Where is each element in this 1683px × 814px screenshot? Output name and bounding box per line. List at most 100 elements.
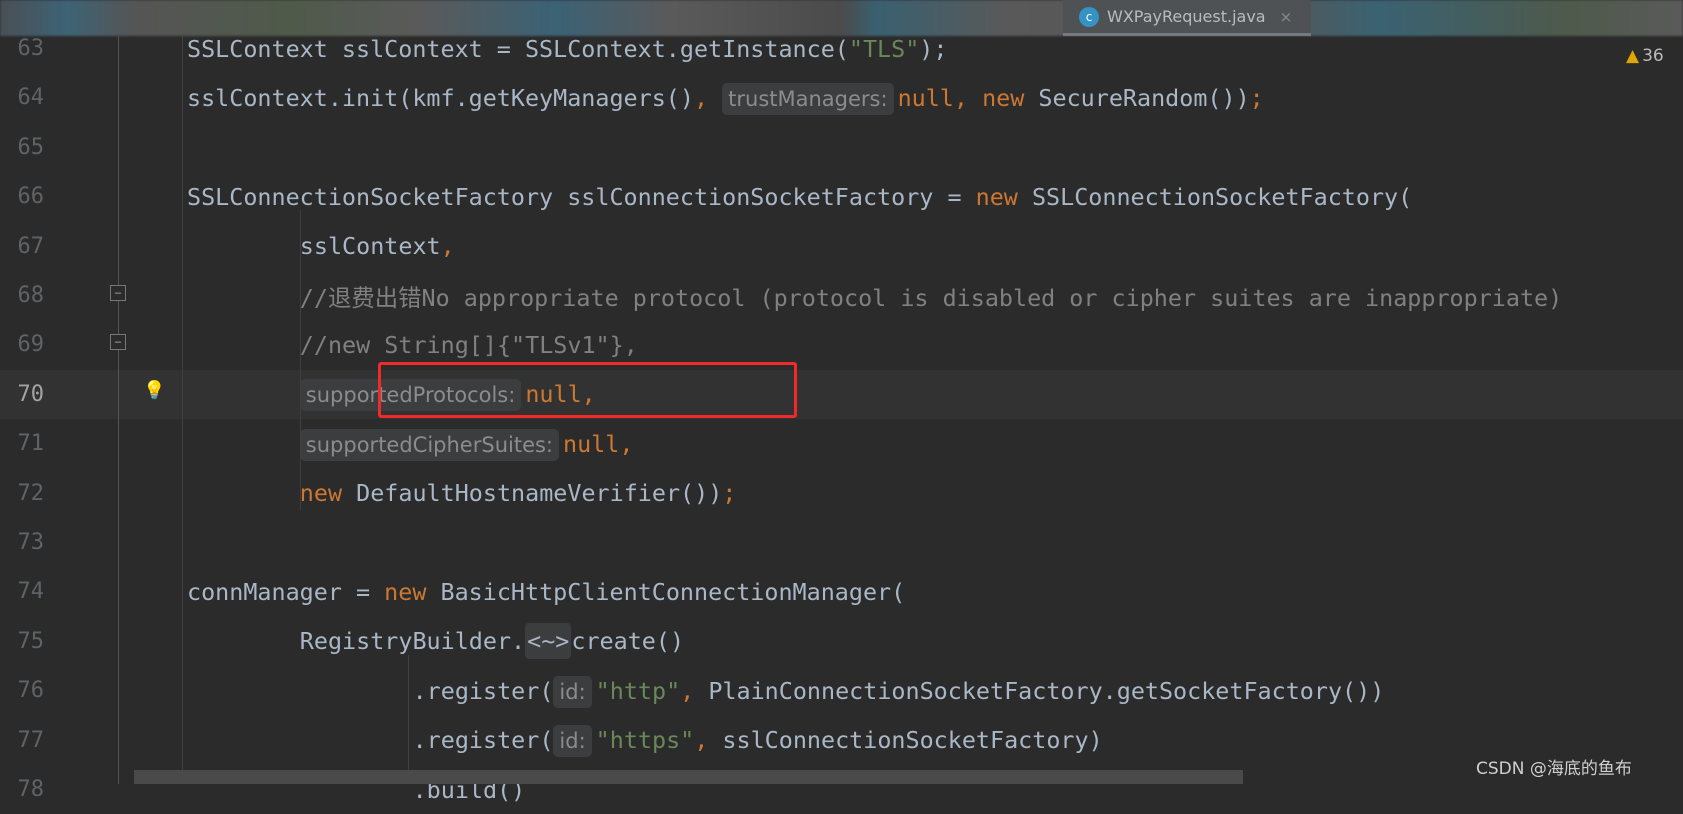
code-token: SSLContext sslContext = SSLContext.getIn… — [187, 34, 849, 63]
code-line[interactable]: 76 .register(id: "http", PlainConnectionSo… — [0, 666, 1683, 715]
code-text[interactable]: sslContext, — [300, 232, 455, 260]
code-line[interactable]: 68 //退费出错No appropriate protocol (protoco… — [0, 271, 1683, 320]
code-token: connManager = — [187, 577, 385, 606]
fold-end-icon[interactable]: − — [110, 285, 126, 301]
code-token: , — [680, 676, 709, 705]
parameter-hint: trustManagers: — [722, 82, 894, 115]
code-line[interactable]: 70 supportedProtocols: null, — [0, 369, 1683, 419]
highlight-annotation-box — [378, 362, 797, 418]
code-text[interactable]: new DefaultHostnameVerifier()); — [300, 479, 737, 507]
code-token: //退费出错No appropriate protocol (protocol … — [299, 283, 1563, 312]
code-token: DefaultHostnameVerifier()) — [356, 479, 723, 508]
code-token: ; — [722, 479, 737, 508]
code-token: , — [694, 726, 723, 755]
line-number: 63 — [17, 36, 45, 61]
code-token: PlainConnectionSocketFactory.getSocketFa… — [708, 676, 1385, 705]
fold-start-icon[interactable]: − — [110, 334, 126, 350]
code-token: SecureRandom()) — [1038, 83, 1250, 112]
code-text[interactable]: //退费出错No appropriate protocol (protocol … — [300, 279, 1562, 313]
line-number: 67 — [17, 233, 45, 259]
code-line[interactable]: 66 SSLConnectionSocketFactory sslConnecti… — [0, 172, 1683, 221]
code-token: "TLS" — [848, 34, 920, 63]
indent-guide — [300, 210, 301, 510]
close-icon[interactable]: × — [1280, 8, 1293, 26]
line-number: 74 — [17, 579, 45, 605]
tab-title: WXPayRequest.java — [1107, 7, 1266, 26]
line-number: 70 — [17, 381, 45, 407]
tab-wxpayrequest[interactable]: c WXPayRequest.java × — [1063, 0, 1311, 36]
code-line[interactable]: 74 connManager = new BasicHttpClientConne… — [0, 567, 1683, 616]
code-token: , — [619, 429, 634, 458]
inspection-widget[interactable]: ▲ 36 — [1626, 46, 1664, 66]
code-token: new — [299, 479, 357, 508]
line-number: 65 — [17, 134, 45, 160]
code-token: null — [897, 83, 954, 112]
code-token: create() — [571, 627, 685, 656]
code-text[interactable]: //new String[]{"TLSv1"}, — [300, 331, 638, 359]
line-number: 69 — [17, 332, 45, 358]
watermark: CSDN @海底的鱼布 — [1476, 759, 1632, 779]
code-text[interactable]: .register(id: "http", PlainConnectionSock… — [412, 675, 1385, 708]
code-line[interactable]: 71 supportedCipherSuites: null, — [0, 419, 1683, 468]
warning-count: 36 — [1642, 46, 1664, 66]
code-token: ; — [1249, 83, 1264, 112]
code-line[interactable]: 77 .register(id: "https", sslConnectionSoc… — [0, 716, 1683, 765]
parameter-hint: id: — [553, 675, 592, 708]
code-token: RegistryBuilder. — [299, 627, 526, 656]
class-c-icon: c — [1079, 6, 1099, 27]
code-token: "https" — [595, 726, 695, 755]
line-number: 75 — [17, 628, 45, 654]
code-token: , — [693, 83, 723, 112]
code-text[interactable]: sslContext.init(kmf.getKeyManagers(), tr… — [187, 82, 1264, 115]
lightbulb-icon[interactable]: 💡 — [143, 380, 165, 401]
code-line[interactable]: 65 — [0, 123, 1683, 172]
code-token: new — [975, 182, 1032, 211]
code-text[interactable]: SSLContext sslContext = SSLContext.getIn… — [187, 35, 947, 63]
code-line[interactable]: 75 RegistryBuilder.<~>create() — [0, 617, 1683, 666]
horizontal-scrollbar[interactable] — [134, 770, 1243, 784]
code-token: sslContext.init(kmf.getKeyManagers() — [187, 83, 694, 112]
code-token: SSLConnectionSocketFactory( — [1031, 182, 1413, 211]
code-token: ); — [919, 34, 948, 63]
tab-bar — [0, 0, 1683, 36]
code-text[interactable]: .register(id: "https", sslConnectionSocke… — [412, 725, 1103, 758]
line-number: 66 — [17, 184, 45, 210]
code-token: .register( — [412, 726, 554, 755]
line-number: 71 — [17, 431, 45, 457]
line-number: 76 — [17, 678, 45, 704]
code-token: BasicHttpClientConnectionManager( — [440, 577, 906, 606]
gutter-separator — [118, 36, 119, 784]
parameter-hint: supportedCipherSuites: — [299, 428, 560, 461]
code-token: new — [384, 577, 441, 606]
line-number: 72 — [17, 480, 45, 506]
code-token: , — [440, 232, 455, 261]
code-line[interactable]: 64 sslContext.init(kmf.getKeyManagers(), … — [0, 73, 1683, 122]
code-token: SSLConnectionSocketFactory sslConnection… — [187, 182, 976, 211]
folded-generics[interactable]: <~> — [525, 623, 572, 660]
code-token: "http" — [595, 676, 681, 705]
code-token: null — [563, 429, 620, 458]
line-number: 68 — [17, 283, 45, 308]
code-token: , — [953, 83, 983, 112]
line-number: 64 — [17, 85, 45, 111]
code-text[interactable]: SSLConnectionSocketFactory sslConnection… — [187, 183, 1412, 211]
line-number: 73 — [17, 530, 45, 555]
code-token: //new String[]{"TLSv1"}, — [299, 330, 638, 359]
code-line[interactable]: 67 sslContext, — [0, 222, 1683, 271]
code-line[interactable]: 69 //new String[]{"TLSv1"}, — [0, 320, 1683, 369]
indent-guide — [408, 655, 409, 784]
code-text[interactable]: RegistryBuilder.<~>create() — [299, 623, 685, 660]
code-line[interactable]: 72 new DefaultHostnameVerifier()); — [0, 469, 1683, 518]
code-text[interactable]: supportedCipherSuites: null, — [299, 428, 634, 461]
code-token: new — [982, 83, 1039, 112]
code-token: sslContext — [299, 232, 441, 261]
code-line[interactable]: 73 — [0, 518, 1683, 567]
line-number: 77 — [17, 727, 45, 753]
indent-guide — [182, 36, 183, 784]
line-number: 78 — [17, 777, 45, 802]
warning-icon: ▲ — [1626, 46, 1640, 66]
code-token: sslConnectionSocketFactory) — [722, 726, 1103, 755]
parameter-hint: id: — [553, 725, 592, 758]
code-text[interactable]: connManager = new BasicHttpClientConnect… — [187, 578, 905, 606]
code-token: .register( — [412, 676, 554, 705]
